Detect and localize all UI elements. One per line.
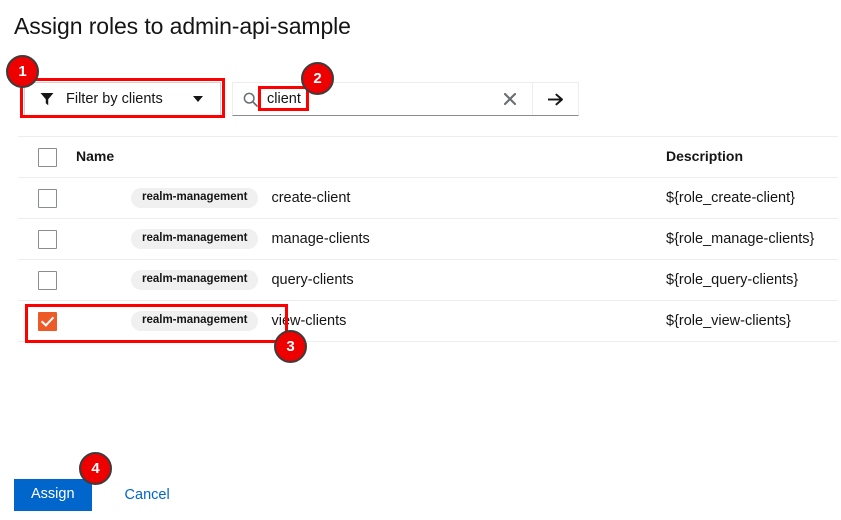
search-icon <box>243 92 258 107</box>
row-description: ${role_create-client} <box>666 177 838 219</box>
select-all-checkbox[interactable] <box>38 147 57 167</box>
row-description: ${role_view-clients} <box>666 300 838 342</box>
row-name-cell: realm-management query-clients <box>76 259 666 301</box>
row-description: ${role_query-clients} <box>666 259 838 301</box>
client-badge: realm-management <box>131 310 259 332</box>
clear-search-button[interactable] <box>488 83 532 115</box>
search-group <box>232 82 579 116</box>
client-badge: realm-management <box>131 187 259 209</box>
search-input[interactable] <box>267 91 477 107</box>
row-checkbox[interactable] <box>38 188 57 208</box>
row-checkbox[interactable] <box>38 229 57 249</box>
funnel-icon <box>40 93 54 106</box>
row-select-cell <box>18 177 76 219</box>
select-all-cell <box>18 136 76 178</box>
assign-button[interactable]: Assign <box>14 479 92 512</box>
row-name-cell: realm-management manage-clients <box>76 218 666 260</box>
filter-dropdown-label: Filter by clients <box>66 91 163 107</box>
row-checkbox[interactable] <box>38 270 57 290</box>
role-name: view-clients <box>271 313 347 329</box>
column-header-description: Description <box>666 136 838 178</box>
row-name-cell: realm-management view-clients <box>76 300 666 342</box>
table-body: realm-management create-client ${role_cr… <box>18 177 838 342</box>
row-select-cell <box>18 300 76 342</box>
page-title: Assign roles to admin-api-sample <box>14 13 351 39</box>
caret-down-icon <box>193 96 203 102</box>
role-name: create-client <box>271 190 351 206</box>
table-row[interactable]: realm-management create-client ${role_cr… <box>18 177 838 219</box>
row-checkbox-checked[interactable] <box>38 311 57 331</box>
filter-by-clients-dropdown[interactable]: Filter by clients <box>24 82 221 116</box>
search-field[interactable] <box>233 83 488 115</box>
row-select-cell <box>18 259 76 301</box>
table-header-row: Name Description <box>18 136 838 178</box>
row-description: ${role_manage-clients} <box>666 218 838 260</box>
table-row-selected[interactable]: realm-management view-clients ${role_vie… <box>18 300 838 342</box>
table-row[interactable]: realm-management query-clients ${role_qu… <box>18 259 838 301</box>
client-badge: realm-management <box>131 228 259 250</box>
role-name: query-clients <box>271 272 354 288</box>
row-select-cell <box>18 218 76 260</box>
row-name-cell: realm-management create-client <box>76 177 666 219</box>
client-badge: realm-management <box>131 269 259 291</box>
toolbar: Filter by clients <box>0 80 841 118</box>
cancel-button[interactable]: Cancel <box>125 487 170 503</box>
role-name: manage-clients <box>271 231 370 247</box>
submit-search-button[interactable] <box>532 83 578 115</box>
column-header-name: Name <box>76 136 666 178</box>
times-icon <box>504 93 516 105</box>
table-row[interactable]: realm-management manage-clients ${role_m… <box>18 218 838 260</box>
table-header: Name Description <box>18 136 838 178</box>
roles-table: Name Description realm-management create… <box>18 136 838 342</box>
arrow-right-icon <box>548 93 563 105</box>
footer-actions: Assign Cancel <box>14 479 170 512</box>
